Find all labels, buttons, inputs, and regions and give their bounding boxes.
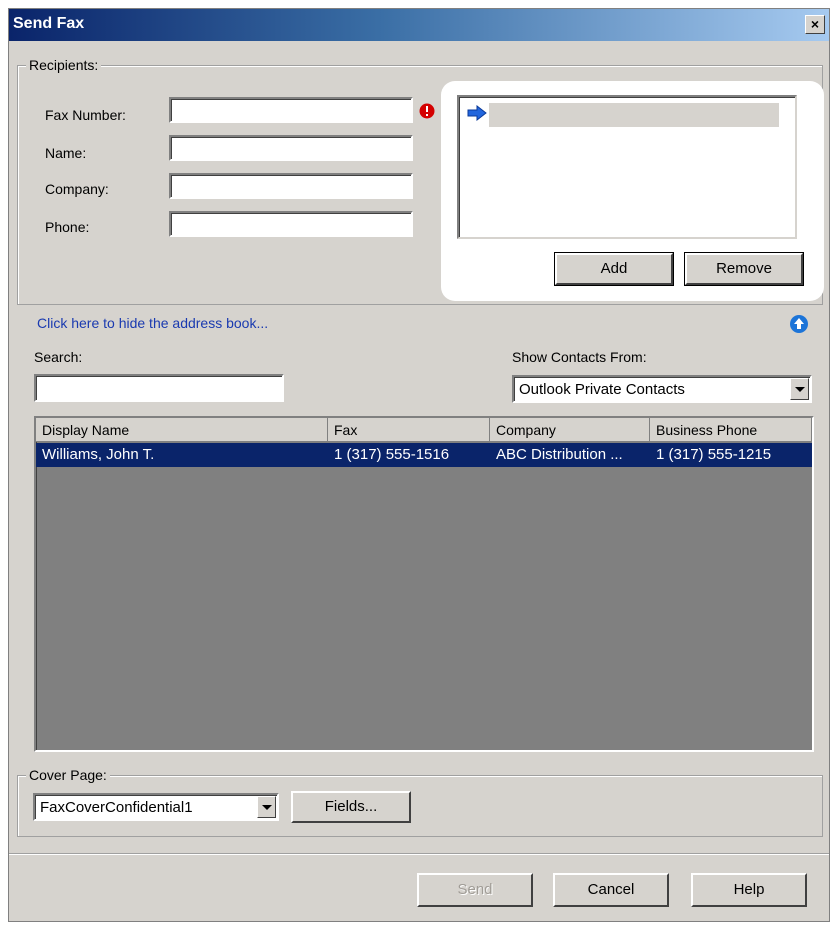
recipients-group-label: Recipients:	[26, 57, 102, 73]
cell-fax: 1 (317) 555-1516	[334, 446, 450, 463]
remove-button[interactable]: Remove	[684, 252, 804, 286]
footer-divider	[9, 853, 829, 855]
cover-page-dropdown[interactable]: FaxCoverConfidential1	[33, 793, 279, 821]
add-button[interactable]: Add	[554, 252, 674, 286]
name-label: Name:	[45, 145, 87, 161]
send-fax-dialog: Send Fax × Recipients: Fax Number: Name:…	[8, 8, 830, 922]
column-header-display-name[interactable]: Display Name	[36, 418, 328, 442]
error-icon	[419, 103, 435, 119]
close-button[interactable]: ×	[805, 15, 825, 34]
contacts-table[interactable]: Display Name Fax Company Business Phone …	[34, 416, 814, 752]
cell-company: ABC Distribution ...	[496, 446, 623, 463]
recipient-panel: Add Remove	[441, 81, 824, 301]
phone-label: Phone:	[45, 219, 90, 235]
show-contacts-label: Show Contacts From:	[512, 349, 647, 365]
column-header-business-phone[interactable]: Business Phone	[650, 418, 812, 442]
help-button[interactable]: Help	[691, 873, 807, 907]
recipient-list-item[interactable]	[489, 103, 779, 127]
search-input[interactable]	[34, 374, 284, 402]
table-row[interactable]: Williams, John T. 1 (317) 555-1516 ABC D…	[36, 443, 812, 467]
company-input[interactable]	[169, 173, 413, 199]
collapse-up-icon[interactable]	[789, 314, 809, 334]
fields-button[interactable]: Fields...	[291, 791, 411, 823]
phone-input[interactable]	[169, 211, 413, 237]
company-label: Company:	[45, 181, 109, 197]
fax-number-input[interactable]	[169, 97, 413, 123]
hide-address-book-link[interactable]: Click here to hide the address book...	[37, 315, 268, 331]
chevron-down-icon[interactable]	[790, 378, 809, 400]
cover-page-group-label: Cover Page:	[26, 767, 110, 783]
show-contacts-value: Outlook Private Contacts	[519, 381, 685, 398]
title-bar[interactable]: Send Fax ×	[9, 9, 829, 41]
show-contacts-dropdown[interactable]: Outlook Private Contacts	[512, 375, 812, 403]
column-header-fax[interactable]: Fax	[328, 418, 490, 442]
cover-page-value: FaxCoverConfidential1	[40, 799, 193, 816]
arrow-right-icon	[467, 105, 487, 121]
cell-business-phone: 1 (317) 555-1215	[656, 446, 772, 463]
window-title: Send Fax	[13, 15, 85, 32]
fax-number-label: Fax Number:	[45, 107, 126, 123]
search-label: Search:	[34, 349, 83, 365]
chevron-down-icon[interactable]	[257, 796, 276, 818]
name-input[interactable]	[169, 135, 413, 161]
column-header-company[interactable]: Company	[490, 418, 650, 442]
cell-display-name: Williams, John T.	[42, 446, 155, 463]
cancel-button[interactable]: Cancel	[553, 873, 669, 907]
send-button[interactable]: Send	[417, 873, 533, 907]
recipient-list[interactable]	[457, 95, 797, 239]
table-header: Display Name Fax Company Business Phone	[36, 418, 812, 442]
